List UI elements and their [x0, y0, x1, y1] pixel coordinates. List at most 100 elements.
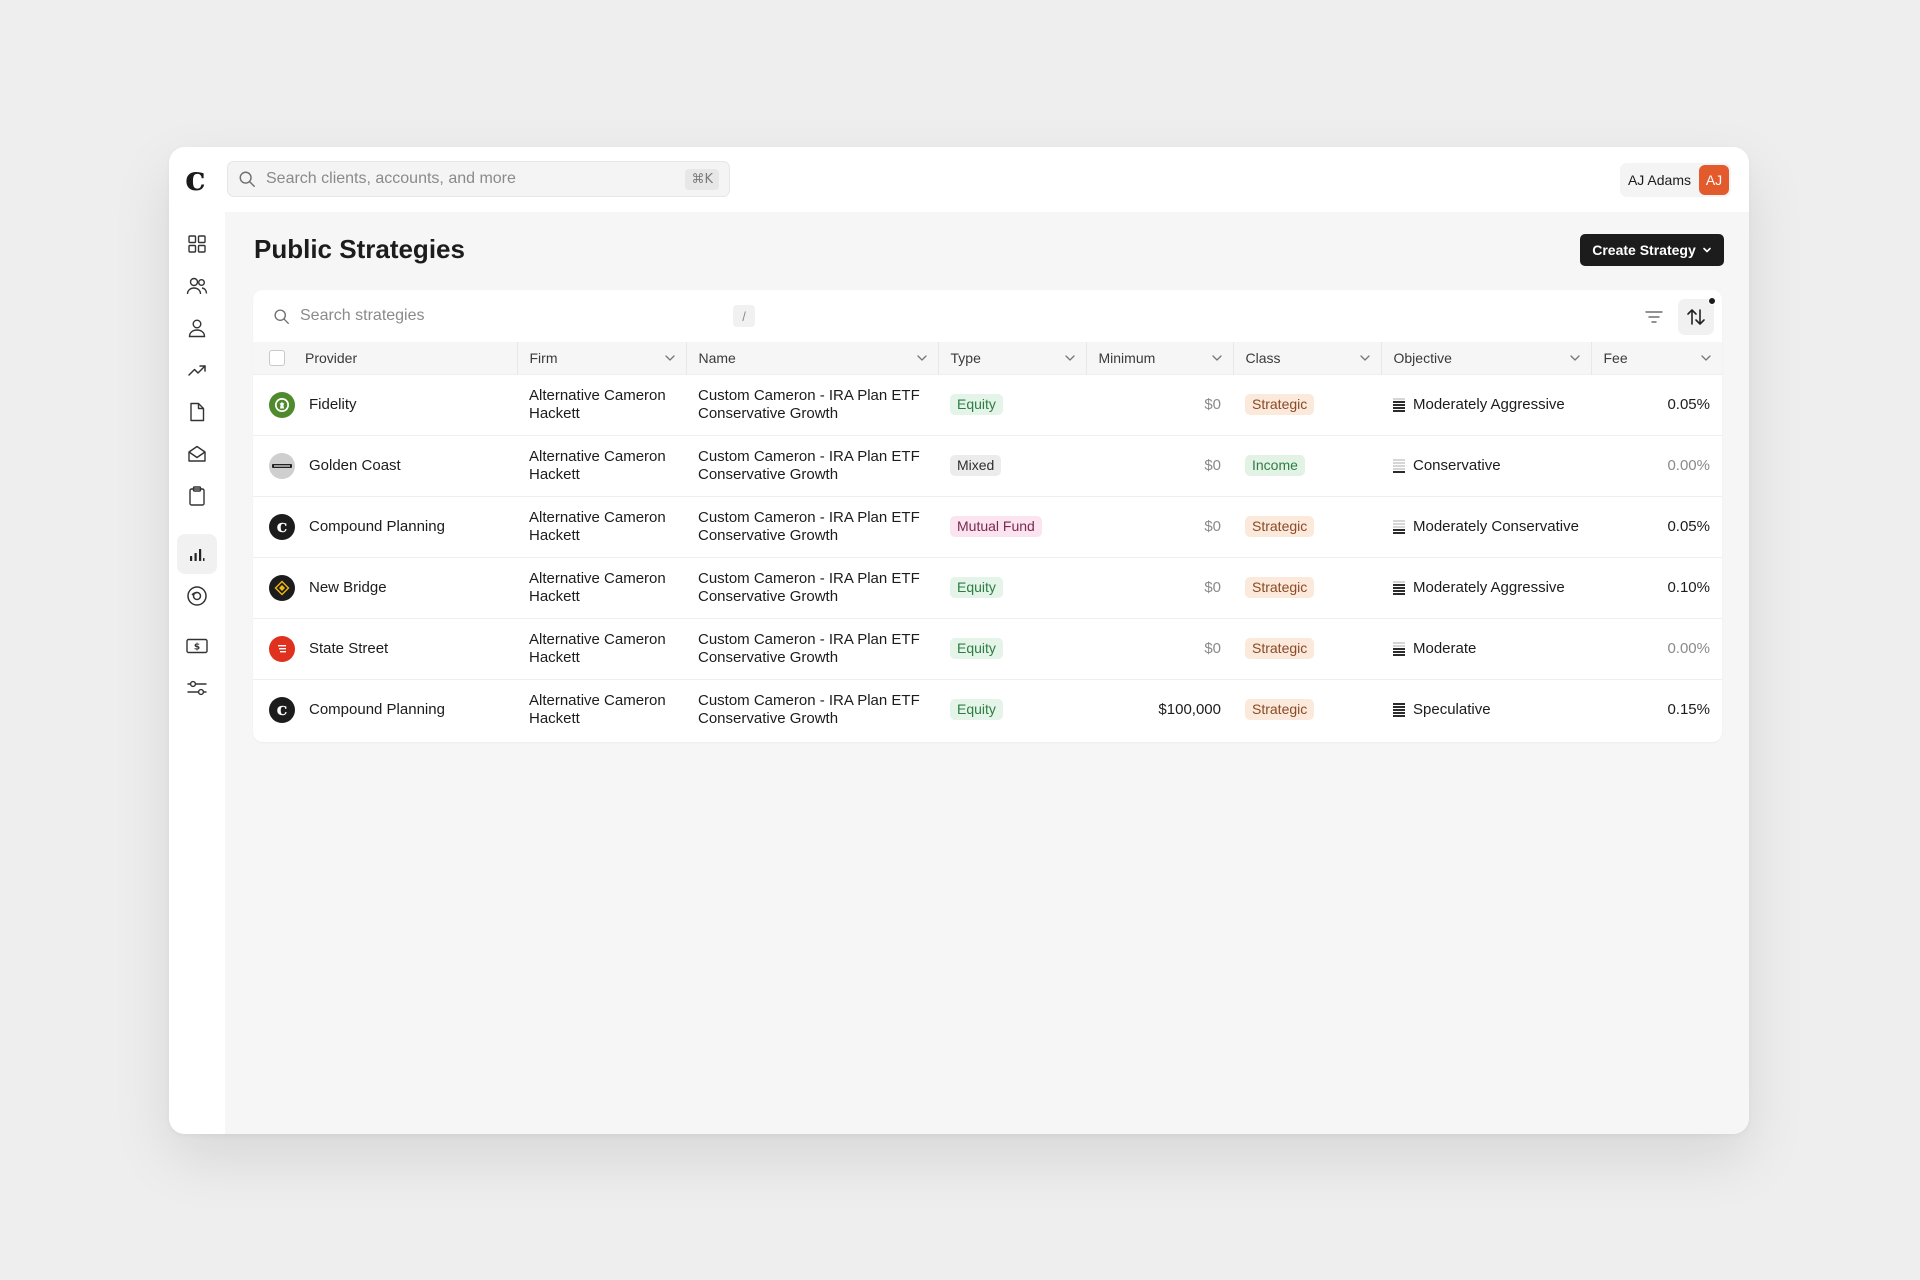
minimum-cell: $0 [1204, 456, 1221, 474]
sidebar-item-documents[interactable] [177, 392, 217, 432]
class-badge: Strategic [1245, 516, 1315, 537]
avatar: AJ [1699, 165, 1729, 195]
fee-cell: 0.00% [1667, 639, 1710, 657]
name-cell: Custom Cameron - IRA Plan ETF Conservati… [698, 630, 920, 666]
name-cell: Custom Cameron - IRA Plan ETF Conservati… [698, 508, 920, 544]
filter-icon [1645, 311, 1663, 323]
table-row[interactable]: Golden Coast Alternative Cameron Hackett… [253, 435, 1722, 496]
chevron-down-icon [1702, 247, 1711, 253]
firm-cell: Alternative Cameron Hackett [529, 569, 666, 605]
provider-name: Golden Coast [309, 456, 401, 474]
strategy-search[interactable] [273, 300, 753, 332]
sidebar-item-tasks[interactable] [177, 476, 217, 516]
sidebar-item-billing[interactable]: $ [177, 626, 217, 666]
global-search-input[interactable] [266, 162, 686, 196]
column-header-firm[interactable]: Firm [517, 342, 687, 374]
firm-cell: Alternative Cameron Hackett [529, 386, 666, 422]
bar-chart-icon [190, 549, 205, 561]
table-row[interactable]: State Street Alternative Cameron Hackett… [253, 618, 1722, 679]
name-cell: Custom Cameron - IRA Plan ETF Conservati… [698, 447, 920, 483]
create-strategy-button[interactable]: Create Strategy [1580, 234, 1724, 266]
billing-icon: $ [186, 638, 208, 654]
class-badge: Strategic [1245, 699, 1315, 721]
column-header-class[interactable]: Class [1233, 342, 1382, 374]
objective-label: Moderate [1413, 639, 1477, 657]
chevron-down-icon [1701, 355, 1711, 361]
class-badge: Strategic [1245, 638, 1315, 659]
type-cell: Mutual Fund [938, 496, 1086, 557]
sidebar-item-clients[interactable] [177, 308, 217, 348]
column-label: Objective [1393, 349, 1452, 366]
select-all-checkbox[interactable] [269, 349, 285, 366]
sidebar-item-dashboard[interactable] [177, 224, 217, 264]
class-cell: Strategic [1233, 618, 1381, 679]
chevron-down-icon [1211, 355, 1222, 361]
main-content: Public Strategies Create Strategy / [225, 212, 1749, 1134]
table-row[interactable]: c Compound Planning Alternative Cameron … [253, 496, 1722, 557]
provider-name: Fidelity [309, 395, 357, 413]
strategy-search-input[interactable] [300, 307, 753, 325]
user-name: AJ Adams [1627, 172, 1691, 188]
client-icon [188, 319, 206, 338]
trending-up-icon [188, 365, 206, 376]
objective-cell: Moderately Aggressive [1381, 557, 1591, 618]
fidelity-logo-icon [269, 391, 295, 418]
objective-label: Moderately Aggressive [1413, 395, 1565, 413]
type-badge: Equity [950, 394, 1003, 415]
document-icon [190, 402, 205, 422]
chevron-down-icon [1359, 355, 1370, 361]
class-cell: Income [1233, 435, 1381, 496]
table-row[interactable]: c Compound Planning Alternative Cameron … [253, 679, 1722, 740]
app-logo[interactable]: c [185, 162, 213, 196]
firm-cell: Alternative Cameron Hackett [529, 447, 666, 483]
provider-cell: Fidelity [253, 374, 517, 435]
class-cell: Strategic [1233, 496, 1381, 557]
provider-name: New Bridge [309, 578, 387, 596]
strategies-table-card: / Prov [253, 290, 1722, 742]
sidebar-item-strategies[interactable] [177, 534, 217, 574]
class-badge: Strategic [1245, 577, 1315, 598]
class-cell: Strategic [1233, 374, 1381, 435]
class-badge: Income [1245, 455, 1305, 476]
sort-button[interactable] [1678, 297, 1716, 335]
sort-active-indicator [1708, 297, 1716, 305]
compound-planning-logo-icon: c [269, 696, 295, 723]
column-header-type[interactable]: Type [938, 342, 1087, 374]
inbox-icon [188, 445, 206, 462]
provider-cell: c Compound Planning [253, 679, 517, 740]
state-street-logo-icon [269, 635, 295, 662]
user-menu[interactable]: AJ Adams AJ [1619, 163, 1731, 197]
column-header-objective[interactable]: Objective [1381, 342, 1592, 374]
column-header-provider[interactable]: Provider [253, 342, 518, 374]
target-icon [187, 586, 207, 606]
sidebar-item-performance[interactable] [177, 350, 217, 390]
type-badge: Equity [950, 577, 1003, 598]
strategies-table: Provider Firm Name Type Minimum Class Ob… [253, 342, 1722, 740]
column-header-fee[interactable]: Fee [1591, 342, 1722, 374]
objective-cell: Conservative [1381, 435, 1591, 496]
column-header-minimum[interactable]: Minimum [1086, 342, 1234, 374]
table-row[interactable]: Fidelity Alternative Cameron Hackett Cus… [253, 374, 1722, 435]
chevron-down-icon [916, 355, 927, 361]
sidebar-item-inbox[interactable] [177, 434, 217, 474]
sidebar-item-households[interactable] [177, 266, 217, 306]
risk-meter-icon [1393, 580, 1405, 595]
households-icon [186, 277, 208, 295]
app-window: c ⌘K AJ Adams AJ [169, 147, 1749, 1134]
sidebar-item-goals[interactable] [177, 576, 217, 616]
table-row[interactable]: New Bridge Alternative Cameron Hackett C… [253, 557, 1722, 618]
chevron-down-icon [1569, 355, 1580, 361]
provider-name: State Street [309, 639, 389, 657]
provider-cell: c Compound Planning [253, 496, 517, 557]
risk-meter-icon [1393, 397, 1405, 412]
golden-coast-logo-icon [269, 452, 295, 479]
fee-cell: 0.05% [1667, 395, 1710, 413]
column-label: Minimum [1098, 349, 1156, 366]
filter-button[interactable] [1642, 305, 1666, 329]
name-cell: Custom Cameron - IRA Plan ETF Conservati… [698, 569, 920, 605]
column-header-name[interactable]: Name [686, 342, 939, 374]
sidebar-item-settings[interactable] [177, 668, 217, 708]
global-search[interactable]: ⌘K [227, 161, 730, 197]
objective-label: Conservative [1413, 456, 1501, 474]
column-label: Provider [305, 349, 358, 366]
